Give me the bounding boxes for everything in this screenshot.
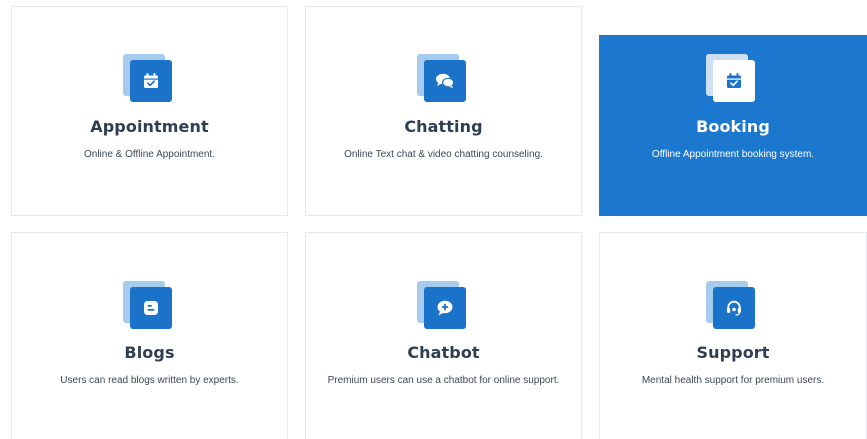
service-icon-tile: [122, 281, 173, 331]
service-card-blogs[interactable]: Blogs Users can read blogs written by ex…: [11, 232, 288, 439]
service-description: Premium users can use a chatbot for onli…: [327, 375, 560, 386]
service-title: Chatting: [404, 117, 483, 136]
service-card-chatbot[interactable]: Chatbot Premium users can use a chatbot …: [305, 232, 582, 439]
service-icon-tile: [122, 54, 173, 104]
service-description: Offline Appointment booking system.: [651, 149, 815, 160]
service-icon-tile: [706, 54, 756, 104]
service-icon-tile: [416, 281, 467, 331]
service-title: Chatbot: [407, 343, 480, 362]
headset-icon: [727, 300, 741, 316]
service-title: Blogs: [124, 343, 175, 362]
service-icon-tile: [416, 54, 467, 104]
service-title: Support: [696, 343, 770, 362]
service-card-chatting[interactable]: Chatting Online Text chat & video chatti…: [305, 6, 582, 216]
blogger-icon: [143, 301, 158, 315]
services-grid: Appointment Online & Offline Appointment…: [0, 0, 867, 439]
chat-plus-icon: [437, 300, 452, 316]
service-title: Booking: [696, 117, 770, 136]
service-description: Mental health support for premium users.: [641, 375, 825, 386]
service-title: Appointment: [90, 117, 209, 136]
service-card-booking[interactable]: Booking Offline Appointment booking syst…: [599, 35, 867, 216]
service-icon-tile: [706, 281, 756, 331]
service-description: Online & Offline Appointment.: [83, 149, 215, 160]
service-card-appointment[interactable]: Appointment Online & Offline Appointment…: [11, 6, 288, 216]
service-description: Online Text chat & video chatting counse…: [344, 149, 543, 160]
calendar-check-icon: [143, 73, 158, 88]
service-card-support[interactable]: Support Mental health support for premiu…: [599, 232, 867, 439]
calendar-check-icon: [727, 73, 741, 88]
chat-bubbles-icon: [435, 73, 454, 89]
service-description: Users can read blogs written by experts.: [60, 375, 239, 386]
